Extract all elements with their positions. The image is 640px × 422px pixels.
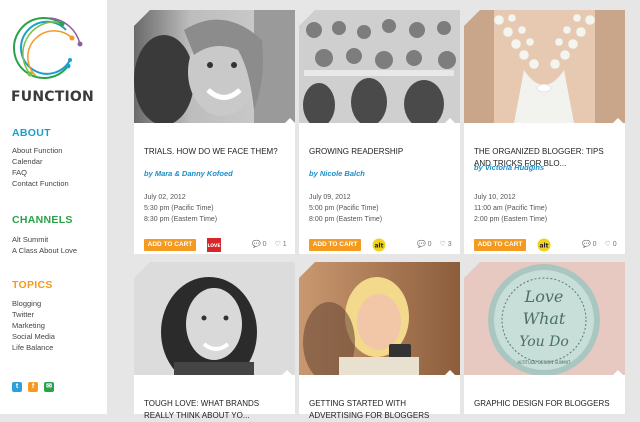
event-card[interactable]: TRIALS. HOW DO WE FACE THEM? by Mara & D…	[134, 10, 296, 254]
heart-icon[interactable]: ♡	[275, 241, 281, 248]
heart-icon[interactable]: ♡	[440, 241, 446, 248]
cookie-script-line-3: You Do	[519, 334, 569, 350]
event-date-text: July 09, 2012	[309, 194, 351, 201]
event-author[interactable]: by Nicole Balch	[309, 169, 365, 178]
event-time-eastern: 2:00 pm (Eastern Time)	[474, 216, 548, 223]
cookie-script-line-2: What	[523, 309, 566, 328]
sidebar-link-marketing[interactable]: Marketing	[12, 320, 45, 331]
engagement-stats: 💬 0 ♡ 0	[582, 240, 617, 248]
event-title[interactable]: TOUGH LOVE: WHAT BRANDS REALLY THINK ABO…	[144, 398, 289, 422]
section-title-channels: CHANNELS	[12, 214, 73, 226]
like-count: 0	[612, 241, 617, 248]
event-title[interactable]: GROWING READERSHIP	[309, 146, 454, 158]
comment-count: 0	[592, 241, 597, 248]
event-photo[interactable]: Love What You Do ALTITUDE DESIGN SUMMIT	[464, 262, 625, 375]
section-title-topics: TOPICS	[12, 279, 53, 291]
alt-badge-icon: alt	[537, 238, 551, 252]
email-icon[interactable]: ✉	[44, 382, 54, 392]
event-card[interactable]: GETTING STARTED WITH ADVERTISING FOR BLO…	[299, 262, 460, 420]
event-photo[interactable]	[134, 10, 295, 123]
facebook-icon[interactable]: f	[28, 382, 38, 392]
event-card[interactable]: GROWING READERSHIP by Nicole Balch July …	[299, 10, 460, 254]
event-time-pacific: 11:00 am (Pacific Time)	[474, 205, 548, 212]
sidebar-link-contact-function[interactable]: Contact Function	[12, 178, 69, 189]
event-time-eastern: 8:30 pm (Eastern Time)	[144, 216, 218, 223]
event-date: July 10, 2012 11:00 am (Pacific Time) 2:…	[474, 192, 547, 225]
sidebar-link-twitter[interactable]: Twitter	[12, 309, 34, 320]
sidebar-link-social-media[interactable]: Social Media	[12, 331, 55, 342]
event-photo[interactable]	[464, 10, 625, 123]
cookie-ring-text: ALTITUDE DESIGN SUMMIT	[518, 360, 572, 365]
sidebar: FUNCTION ABOUT About Function Calendar F…	[0, 0, 107, 414]
engagement-stats: 💬 0 ♡ 1	[252, 240, 287, 248]
alt-badge-text: alt	[375, 242, 384, 249]
add-to-cart-button[interactable]: ADD TO CART	[474, 239, 526, 251]
sidebar-link-class-about-love[interactable]: A Class About Love	[12, 245, 77, 256]
alt-badge-text: alt	[540, 242, 549, 249]
function-logo[interactable]	[10, 14, 90, 86]
love-badge-icon: LOVE	[207, 238, 221, 252]
event-date: July 02, 2012 5:30 pm (Pacific Time) 8:3…	[144, 192, 217, 225]
event-title[interactable]: GRAPHIC DESIGN FOR BLOGGERS	[474, 398, 619, 410]
event-photo[interactable]	[299, 262, 460, 375]
add-to-cart-button[interactable]: ADD TO CART	[144, 239, 196, 251]
love-badge-text: LOVE	[208, 243, 221, 249]
comment-icon[interactable]: 💬	[252, 241, 261, 248]
event-author[interactable]: by Mara & Danny Kofoed	[144, 169, 233, 178]
event-author[interactable]: by Victoria Hudgins	[474, 163, 544, 172]
event-title[interactable]: GETTING STARTED WITH ADVERTISING FOR BLO…	[309, 398, 454, 422]
brand-name: FUNCTION	[11, 89, 94, 105]
sidebar-link-life-balance[interactable]: Life Balance	[12, 342, 53, 353]
event-card[interactable]: Love What You Do ALTITUDE DESIGN SUMMIT …	[464, 262, 625, 414]
section-title-about: ABOUT	[12, 127, 51, 139]
event-date-text: July 10, 2012	[474, 194, 516, 201]
engagement-stats: 💬 0 ♡ 3	[417, 240, 452, 248]
heart-icon[interactable]: ♡	[605, 241, 611, 248]
event-card[interactable]: TOUGH LOVE: WHAT BRANDS REALLY THINK ABO…	[134, 262, 295, 420]
twitter-icon[interactable]: t	[12, 382, 22, 392]
event-date: July 09, 2012 5:00 pm (Pacific Time) 8:0…	[309, 192, 382, 225]
alt-badge-icon: alt	[372, 238, 386, 252]
cookie-script-line-1: Love	[524, 287, 564, 306]
sidebar-link-blogging[interactable]: Blogging	[12, 298, 41, 309]
event-card[interactable]: THE ORGANIZED BLOGGER: TIPS AND TRICKS F…	[464, 10, 625, 254]
event-title[interactable]: TRIALS. HOW DO WE FACE THEM?	[144, 146, 289, 158]
event-photo[interactable]	[134, 262, 295, 375]
comment-icon[interactable]: 💬	[582, 241, 591, 248]
comment-count: 0	[427, 241, 432, 248]
comment-icon[interactable]: 💬	[417, 241, 426, 248]
sidebar-link-about-function[interactable]: About Function	[12, 145, 62, 156]
sidebar-link-calendar[interactable]: Calendar	[12, 156, 42, 167]
add-to-cart-button[interactable]: ADD TO CART	[309, 239, 361, 251]
event-time-eastern: 8:00 pm (Eastern Time)	[309, 216, 383, 223]
event-time-pacific: 5:00 pm (Pacific Time)	[309, 205, 379, 212]
comment-count: 0	[262, 241, 267, 248]
like-count: 1	[282, 241, 287, 248]
event-time-pacific: 5:30 pm (Pacific Time)	[144, 205, 214, 212]
sidebar-link-alt-summit[interactable]: Alt Summit	[12, 234, 48, 245]
event-photo[interactable]	[299, 10, 460, 123]
event-date-text: July 02, 2012	[144, 194, 186, 201]
sidebar-link-faq[interactable]: FAQ	[12, 167, 27, 178]
like-count: 3	[447, 241, 452, 248]
